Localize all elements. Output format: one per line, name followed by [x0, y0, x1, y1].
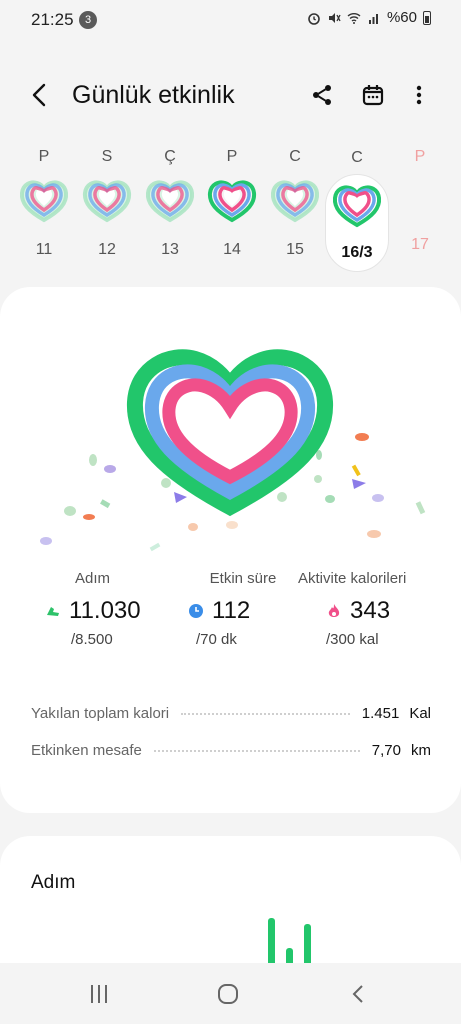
day-rings-heart-icon — [270, 180, 320, 223]
flame-icon — [328, 604, 340, 617]
metric-active-time-value: 112 — [212, 597, 251, 624]
day-rings-heart-icon — [82, 180, 132, 223]
metric-calories-value: 343 — [350, 597, 391, 624]
summary-list: Yakılan toplam kalori 1.451 Kal Etkinken… — [31, 695, 431, 769]
recent-apps-icon — [91, 985, 107, 1003]
metric-steps[interactable]: Adım 11.030 /8.500 — [31, 570, 181, 648]
status-icons: %60 — [307, 9, 431, 26]
metric-calories-goal: /300 kal — [326, 631, 379, 648]
status-bar: 21:25 3 %60 — [0, 0, 461, 40]
back-arrow-icon — [352, 985, 363, 1003]
day-date: 15 — [286, 241, 304, 258]
day-item[interactable]: P 14 — [200, 142, 264, 272]
home-icon — [218, 984, 238, 1004]
calendar-button[interactable] — [358, 80, 388, 110]
system-back-button[interactable] — [346, 981, 372, 1007]
day-letter: P — [226, 148, 238, 165]
day-item[interactable]: Ç 13 — [138, 142, 202, 272]
summary-label: Etkinken mesafe — [31, 742, 142, 759]
more-vertical-icon — [416, 85, 422, 105]
day-date: 16/3 — [341, 244, 373, 261]
metric-steps-label: Adım — [75, 570, 111, 587]
home-button[interactable] — [215, 981, 241, 1007]
day-item[interactable]: P 11 — [12, 142, 76, 272]
daily-activity-card: Adım 11.030 /8.500 Etkin süre 112 /70 dk… — [0, 287, 461, 813]
day-letter: P — [414, 148, 426, 165]
activity-rings-heart — [126, 349, 334, 517]
day-empty-slot — [388, 166, 452, 224]
day-date: 14 — [223, 241, 241, 258]
mute-icon — [328, 12, 341, 23]
chevron-left-icon — [32, 83, 46, 107]
summary-unit: km — [411, 742, 431, 759]
wifi-icon — [347, 12, 361, 24]
app-header: Günlük etkinlik — [0, 70, 461, 120]
metric-steps-value: 11.030 — [69, 597, 141, 624]
day-letter: P — [38, 148, 50, 165]
day-item[interactable]: P 17 — [388, 142, 452, 272]
dotted-divider — [153, 749, 360, 752]
dotted-divider — [181, 712, 350, 715]
more-options-button[interactable] — [404, 80, 434, 110]
day-rings-heart-icon — [19, 180, 69, 223]
day-rings-heart-icon — [332, 185, 382, 228]
share-icon — [313, 85, 331, 105]
page-title: Günlük etkinlik — [72, 81, 235, 109]
calendar-icon — [362, 85, 384, 106]
day-letter: C — [351, 149, 363, 166]
day-item[interactable]: C 16/3 — [325, 149, 389, 272]
share-button[interactable] — [307, 80, 337, 110]
summary-value: 1.451 — [361, 705, 400, 722]
day-item[interactable]: C 15 — [263, 142, 327, 272]
day-selector: P 11 S 12 Ç 13 P 14 C 15 C 16/3 P 17 — [12, 142, 452, 277]
day-letter: C — [289, 148, 301, 165]
battery-percent: %60 — [386, 9, 417, 26]
summary-row-total-calories[interactable]: Yakılan toplam kalori 1.451 Kal — [31, 695, 431, 732]
summary-label: Yakılan toplam kalori — [31, 705, 170, 722]
steps-card-title: Adım — [31, 872, 76, 893]
clock-icon — [189, 604, 203, 618]
day-date: 17 — [411, 236, 429, 253]
notification-count-badge: 3 — [79, 11, 97, 29]
metric-steps-goal: /8.500 — [71, 631, 113, 648]
summary-row-active-distance[interactable]: Etkinken mesafe 7,70 km — [31, 732, 431, 769]
back-button[interactable] — [26, 80, 56, 110]
day-letter: S — [101, 148, 113, 165]
day-rings-heart-icon — [207, 180, 257, 223]
system-navigation-bar — [0, 963, 461, 1024]
day-rings-heart-icon — [145, 180, 195, 223]
metric-calories-label: Aktivite kalorileri — [298, 570, 407, 587]
summary-value: 7,70 — [371, 742, 401, 759]
day-letter: Ç — [164, 148, 176, 165]
day-date: 11 — [35, 241, 53, 258]
alarm-icon — [308, 12, 320, 25]
metric-activity-calories[interactable]: Aktivite kalorileri 343 /300 kal — [296, 570, 446, 648]
status-time: 21:25 — [31, 10, 74, 29]
recent-apps-button[interactable] — [86, 981, 112, 1007]
shoe-icon — [47, 607, 59, 616]
day-date: 12 — [98, 241, 116, 258]
battery-icon — [423, 10, 431, 25]
day-item[interactable]: S 12 — [75, 142, 139, 272]
steps-bar-chart-preview — [268, 918, 311, 966]
volte-signal-icon — [368, 13, 378, 24]
day-date: 13 — [161, 241, 179, 258]
summary-unit: Kal — [409, 705, 431, 722]
